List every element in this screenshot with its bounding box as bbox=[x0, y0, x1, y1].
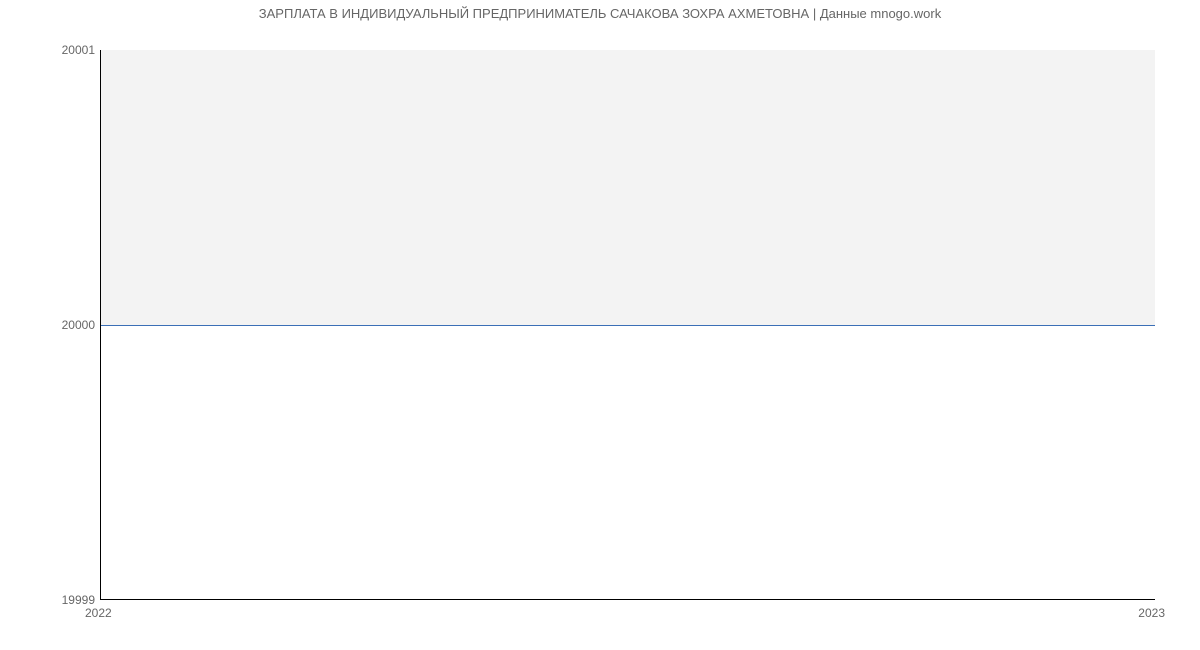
plot-band-upper bbox=[100, 50, 1155, 325]
x-tick-left: 2022 bbox=[85, 606, 112, 620]
plot-band-lower bbox=[100, 325, 1155, 600]
chart-title: ЗАРПЛАТА В ИНДИВИДУАЛЬНЫЙ ПРЕДПРИНИМАТЕЛ… bbox=[0, 6, 1200, 21]
axis-y bbox=[100, 50, 101, 600]
y-tick-mid: 20000 bbox=[5, 318, 95, 332]
series-line bbox=[100, 325, 1155, 326]
axis-x bbox=[100, 599, 1155, 600]
y-tick-top: 20001 bbox=[5, 43, 95, 57]
x-tick-right: 2023 bbox=[1138, 606, 1165, 620]
chart-container: ЗАРПЛАТА В ИНДИВИДУАЛЬНЫЙ ПРЕДПРИНИМАТЕЛ… bbox=[0, 0, 1200, 650]
y-tick-bottom: 19999 bbox=[5, 593, 95, 607]
plot-area bbox=[100, 50, 1155, 600]
